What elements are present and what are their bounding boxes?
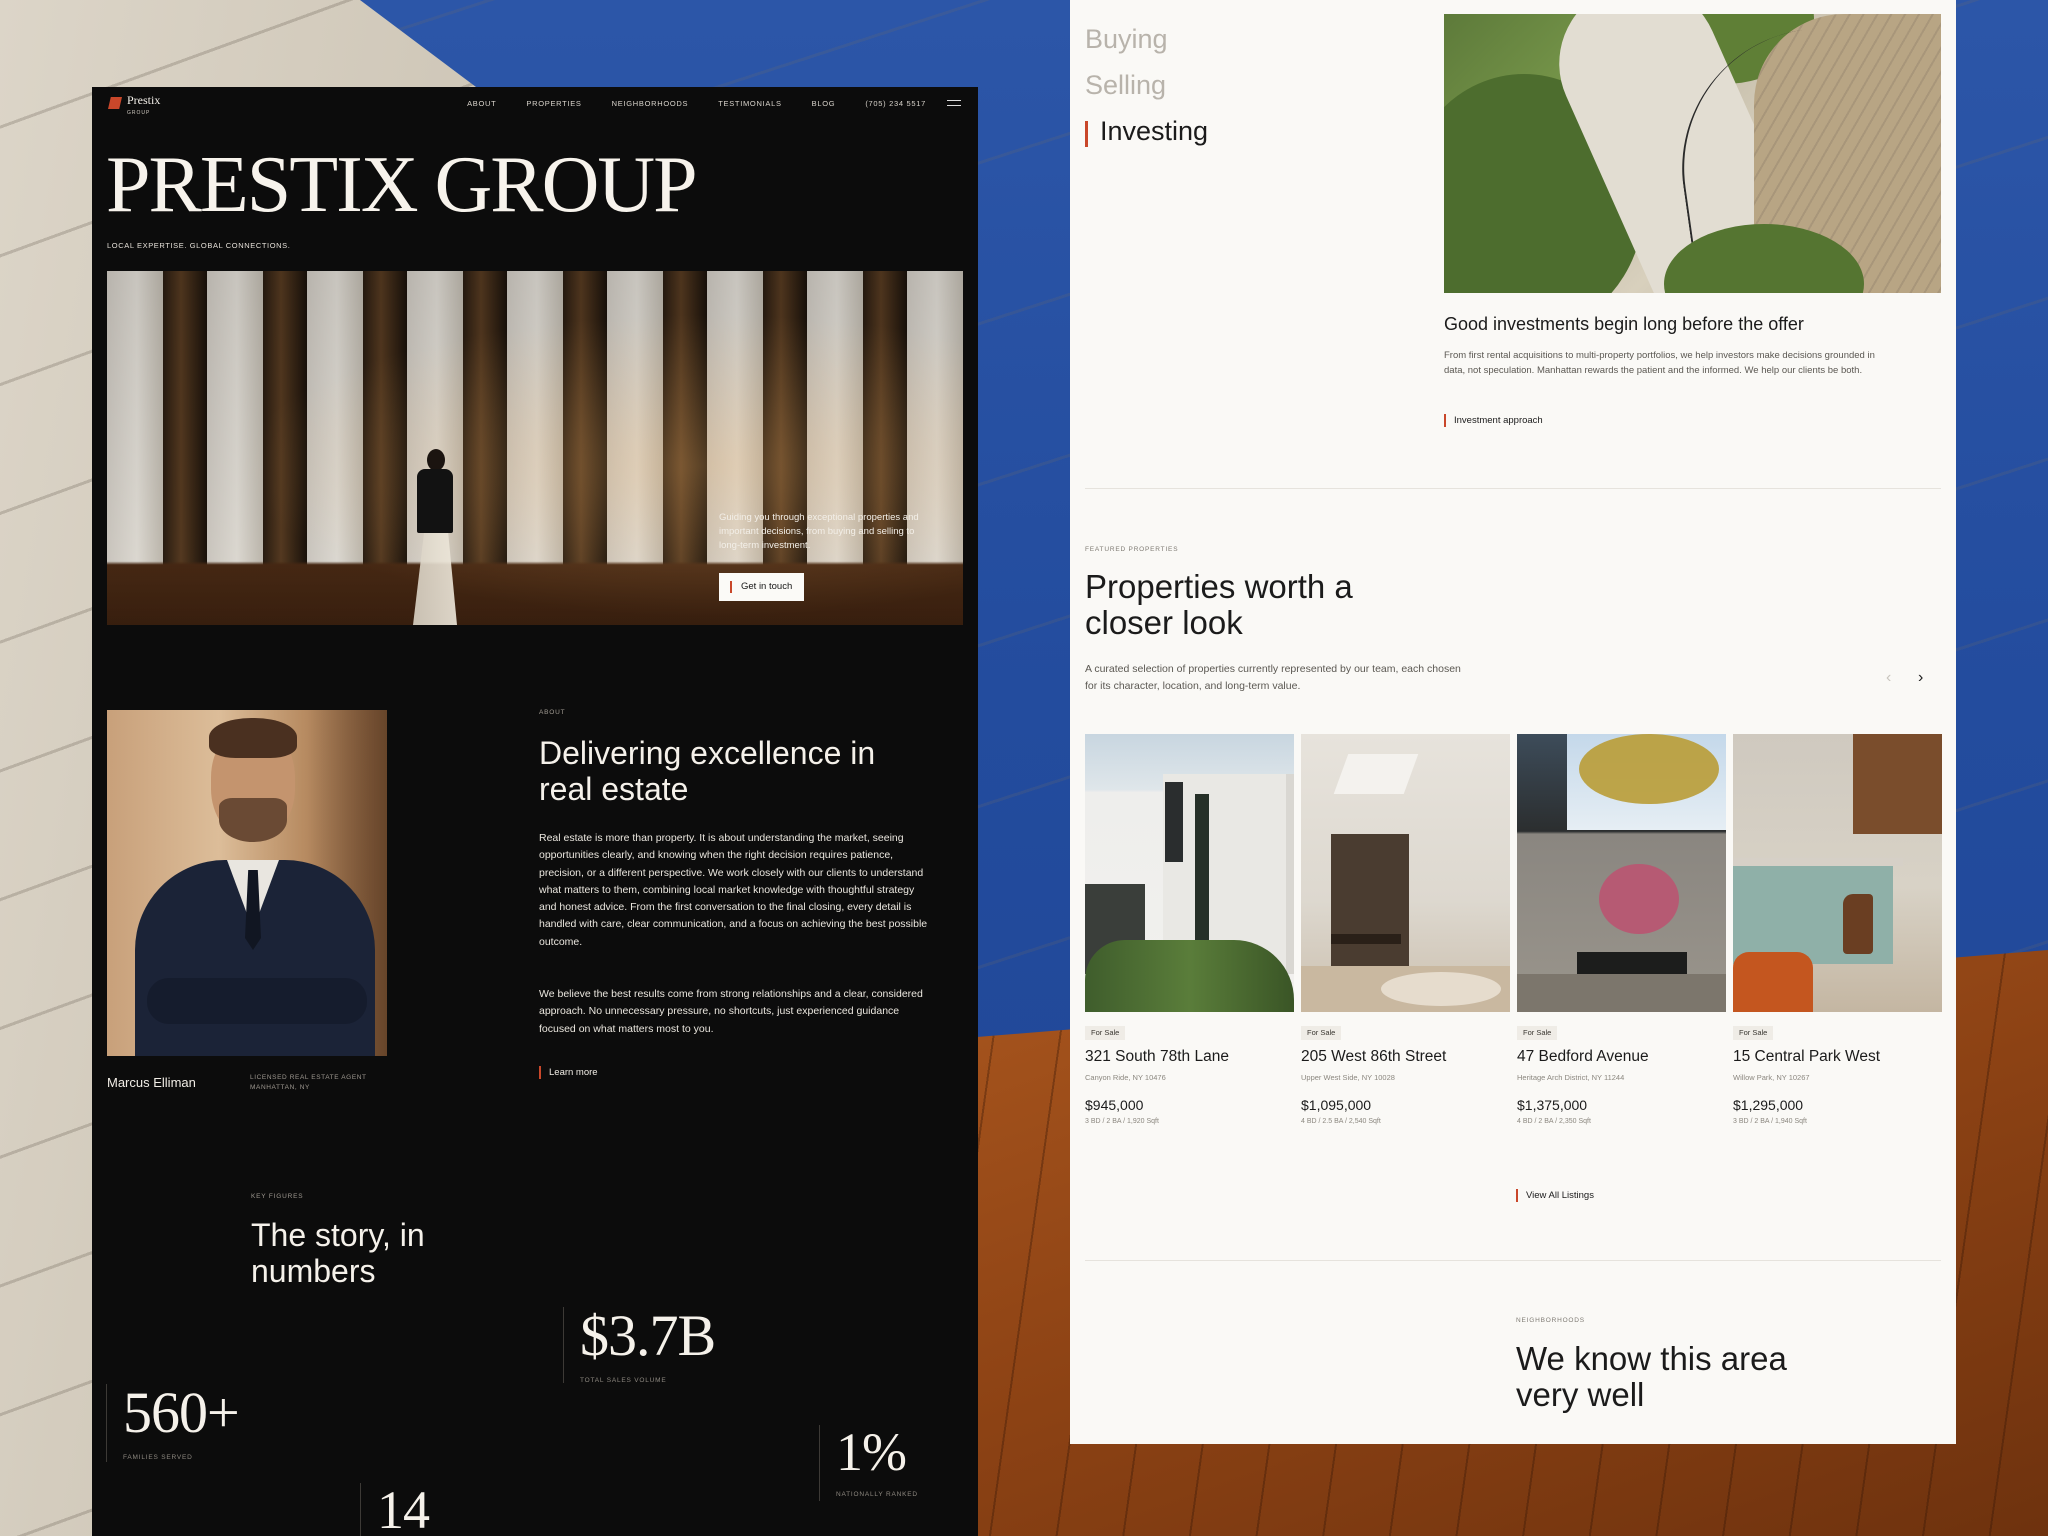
about-label: ABOUT [539, 709, 566, 716]
nav-properties[interactable]: PROPERTIES [526, 99, 581, 108]
stat-years: 14 [360, 1480, 430, 1536]
property-price: $1,295,000 [1733, 1097, 1804, 1113]
investing-title: Good investments begin long before the o… [1444, 314, 1804, 334]
property-specs: 4 BD / 2 BA / 2,350 Sqft [1517, 1118, 1591, 1125]
property-specs: 3 BD / 2 BA / 1,940 Sqft [1733, 1118, 1807, 1125]
status-badge: For Sale [1733, 1026, 1774, 1040]
investing-image [1444, 14, 1941, 293]
stat-sales-volume: $3.7B TOTAL SALES VOLUME [563, 1303, 716, 1384]
agent-role: LICENSED REAL ESTATE AGENT [250, 1074, 367, 1081]
property-location: Canyon Ride, NY 10476 [1085, 1073, 1166, 1082]
property-location: Heritage Arch District, NY 11244 [1517, 1073, 1625, 1082]
view-all-listings-link[interactable]: View All Listings [1516, 1189, 1594, 1202]
neighborhoods-title: We know this area very well [1516, 1340, 1787, 1413]
property-title[interactable]: 321 South 78th Lane [1085, 1048, 1294, 1066]
key-figures-title: The story, in numbers [251, 1217, 425, 1289]
property-image [1085, 734, 1294, 1012]
property-image [1733, 734, 1942, 1012]
walking-woman-figure [407, 449, 463, 625]
stat-label: TOTAL SALES VOLUME [580, 1377, 667, 1384]
property-price: $1,375,000 [1517, 1097, 1588, 1113]
agent-meta: LICENSED REAL ESTATE AGENT MANHATTAN, NY [250, 1073, 367, 1093]
featured-copy: A curated selection of properties curren… [1085, 663, 1461, 692]
light-homepage: Buying Selling Investing Good investment… [1070, 0, 1956, 1444]
property-location: Upper West Side, NY 10028 [1301, 1073, 1395, 1082]
stat-nationally-ranked: 1% NATIONALLY RANKED [819, 1425, 918, 1501]
about-title: Delivering excellence in real estate [539, 735, 876, 807]
agent-photo [107, 710, 387, 1056]
nav-blog[interactable]: BLOG [812, 99, 836, 108]
featured-label: FEATURED PROPERTIES [1085, 546, 1179, 553]
property-title[interactable]: 205 West 86th Street [1301, 1048, 1510, 1066]
divider [1085, 1260, 1941, 1261]
logo[interactable]: Prestix GROUP [108, 93, 161, 119]
property-title[interactable]: 15 Central Park West [1733, 1048, 1942, 1066]
about-paragraph-2: We believe the best results come from st… [539, 988, 923, 1035]
service-tab-selling[interactable]: Selling [1085, 70, 1166, 101]
nav-testimonials[interactable]: TESTIMONIALS [718, 99, 781, 108]
property-card[interactable]: For Sale 205 West 86th Street Upper West… [1301, 734, 1510, 1125]
status-badge: For Sale [1085, 1026, 1126, 1040]
stat-value: 1% [836, 1422, 907, 1482]
property-card[interactable]: For Sale 15 Central Park West Willow Par… [1733, 734, 1942, 1125]
hero-tagline: LOCAL EXPERTISE. GLOBAL CONNECTIONS. [107, 241, 291, 250]
stat-value: 14 [377, 1480, 430, 1536]
agent-name: Marcus Elliman [107, 1075, 196, 1090]
stat-label: NATIONALLY RANKED [836, 1491, 918, 1498]
stat-label: FAMILIES SERVED [123, 1454, 193, 1461]
stat-value: 560+ [123, 1380, 240, 1445]
property-price: $1,095,000 [1301, 1097, 1372, 1113]
status-badge: For Sale [1301, 1026, 1342, 1040]
property-location: Willow Park, NY 10267 [1733, 1073, 1810, 1082]
agent-location: MANHATTAN, NY [250, 1084, 310, 1091]
get-in-touch-button[interactable]: Get in touch [719, 573, 805, 601]
hamburger-icon[interactable] [947, 100, 961, 106]
property-specs: 4 BD / 2.5 BA / 2,540 Sqft [1301, 1118, 1381, 1125]
property-image [1301, 734, 1510, 1012]
hero-title: PRESTIX GROUP [106, 141, 698, 229]
property-card[interactable]: For Sale 47 Bedford Avenue Heritage Arch… [1517, 734, 1726, 1125]
dark-homepage: Prestix GROUP ABOUT PROPERTIES NEIGHBORH… [92, 87, 978, 1536]
chevron-right-icon[interactable]: › [1918, 669, 1923, 687]
logo-mark-icon [108, 97, 122, 109]
learn-more-link[interactable]: Learn more [539, 1066, 598, 1079]
nav-about[interactable]: ABOUT [467, 99, 496, 108]
property-image [1517, 734, 1726, 1012]
property-title[interactable]: 47 Bedford Avenue [1517, 1048, 1726, 1066]
nav-links: ABOUT PROPERTIES NEIGHBORHOODS TESTIMONI… [467, 99, 926, 108]
nav-neighborhoods[interactable]: NEIGHBORHOODS [612, 99, 689, 108]
property-price: $945,000 [1085, 1097, 1144, 1113]
chevron-left-icon[interactable]: ‹ [1886, 669, 1891, 687]
divider [1085, 488, 1941, 489]
featured-title: Properties worth a closer look [1085, 568, 1353, 641]
service-tab-buying[interactable]: Buying [1085, 24, 1168, 55]
stat-value: $3.7B [580, 1303, 716, 1368]
about-paragraph-1: Real estate is more than property. It is… [539, 832, 928, 948]
logo-name: Prestix [127, 93, 161, 107]
stat-families-served: 560+ FAMILIES SERVED [106, 1380, 240, 1462]
property-card[interactable]: For Sale 321 South 78th Lane Canyon Ride… [1085, 734, 1294, 1125]
neighborhoods-label: NEIGHBORHOODS [1516, 1317, 1585, 1324]
top-nav: Prestix GROUP ABOUT PROPERTIES NEIGHBORH… [92, 87, 978, 121]
logo-sub: GROUP [127, 110, 151, 116]
investment-approach-link[interactable]: Investment approach [1444, 414, 1543, 427]
hero-copy: Guiding you through exceptional properti… [719, 512, 919, 551]
property-specs: 3 BD / 2 BA / 1,920 Sqft [1085, 1118, 1159, 1125]
status-badge: For Sale [1517, 1026, 1558, 1040]
hero-image: Guiding you through exceptional properti… [107, 271, 963, 625]
key-figures-label: KEY FIGURES [251, 1193, 304, 1200]
service-tab-investing[interactable]: Investing [1085, 116, 1208, 147]
investing-copy: From first rental acquisitions to multi-… [1444, 350, 1875, 376]
nav-phone[interactable]: (705) 234 5517 [865, 99, 926, 108]
